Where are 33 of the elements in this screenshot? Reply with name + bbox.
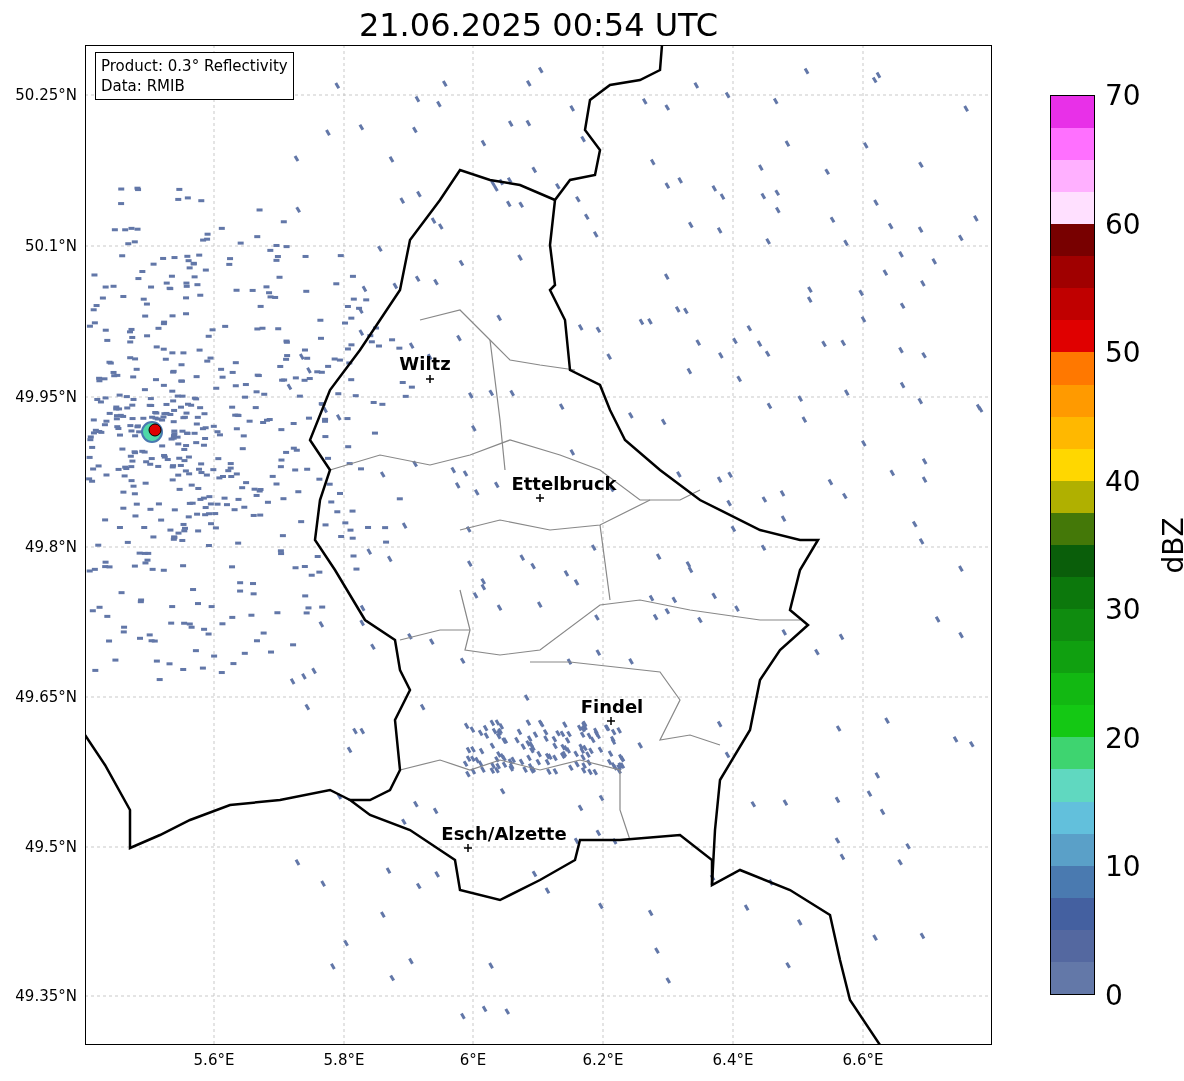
latitude-label: 49.65°N [15, 688, 77, 706]
info-text: Data: RMIB [101, 76, 186, 96]
longitude-label: 6.4°E [712, 1051, 754, 1069]
latitude-label: 49.35°N [15, 987, 77, 1005]
longitude-label: 5.6°E [193, 1051, 235, 1069]
longitude-label: 6°E [459, 1051, 487, 1069]
longitude-label: 6.2°E [582, 1051, 624, 1069]
latitude-label: 49.5°N [24, 838, 77, 856]
colorbar-tick-label: 0 [1104, 978, 1123, 1012]
city-label: Wiltz [399, 352, 451, 374]
colorbar-tick-label: 30 [1104, 592, 1141, 626]
colorbar-tick-label: 60 [1104, 207, 1141, 241]
longitude-label: 5.8°E [323, 1051, 365, 1069]
city-label: Findel [580, 695, 644, 717]
colorbar-label: dBZ [1156, 516, 1184, 574]
latitude-label: 49.8°N [24, 538, 77, 556]
colorbar-tick-label: 20 [1104, 721, 1141, 755]
chart-title: 21.06.2025 00:54 UTC [357, 5, 720, 45]
latitude-label: 49.95°N [15, 388, 77, 406]
city-label: Esch/Alzette [441, 822, 567, 844]
city-marker-icon [426, 375, 434, 383]
city-label: Ettelbruck [511, 472, 617, 494]
colorbar-tick-label: 40 [1104, 464, 1141, 498]
colorbar-tick-label: 50 [1104, 335, 1141, 369]
colorbar-tick-label: 10 [1104, 849, 1141, 883]
city-marker-icon [607, 717, 615, 725]
city-marker-icon [464, 844, 472, 852]
colorbar-tick-label: 70 [1104, 78, 1141, 112]
latitude-label: 50.25°N [15, 86, 77, 104]
info-text: Product: 0.3° Reflectivity [101, 56, 288, 76]
city-marker-icon [536, 494, 544, 502]
longitude-label: 6.6°E [842, 1051, 884, 1069]
latitude-label: 50.1°N [24, 237, 77, 255]
